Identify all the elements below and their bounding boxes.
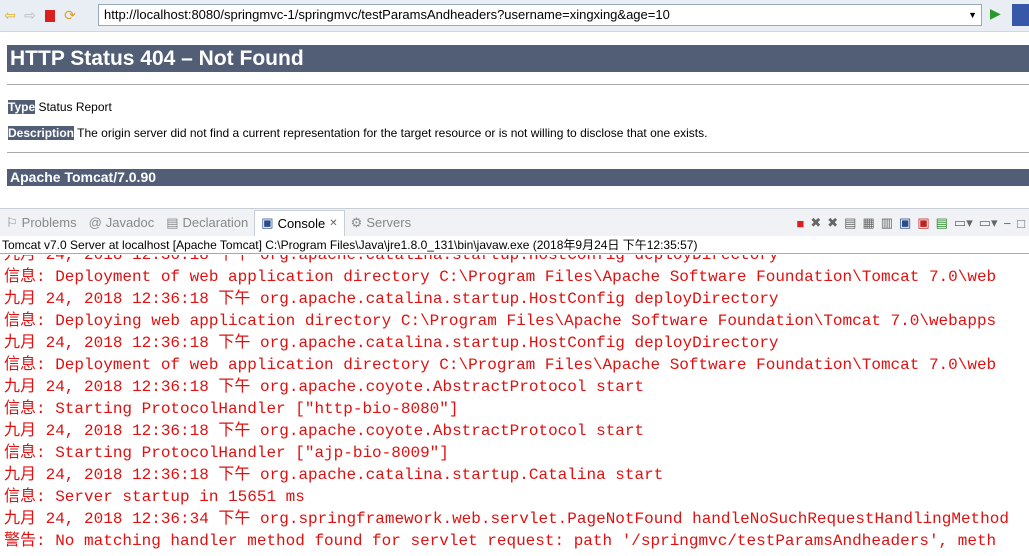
tab-problems[interactable]: ⚐ Problems bbox=[0, 210, 83, 236]
page-title: HTTP Status 404 – Not Found bbox=[7, 45, 1029, 72]
browser-toolbar: ⇦ ⇨ ⟳ http://localhost:8080/springmvc-1/… bbox=[0, 0, 1029, 32]
tab-label: Problems bbox=[21, 215, 77, 230]
console-line: 警告: No matching handler method found for… bbox=[4, 532, 997, 550]
divider bbox=[7, 84, 1029, 85]
scroll-lock-icon[interactable]: ▦ bbox=[862, 215, 874, 231]
minimize-icon[interactable]: − bbox=[1004, 216, 1012, 231]
console-line: 信息: Starting ProtocolHandler ["ajp-bio-8… bbox=[4, 444, 449, 462]
console-line: 九月 24, 2018 12:36:18 下午 org.apache.catal… bbox=[4, 290, 779, 308]
console-output[interactable]: 九月 24, 2018 12:36:18 下午 org.apache.catal… bbox=[0, 255, 1029, 556]
type-row: Type Status Report bbox=[8, 100, 112, 114]
chevron-down-icon[interactable]: ▼ bbox=[968, 5, 977, 25]
tab-label: Console bbox=[277, 215, 326, 231]
console-icon: ▣ bbox=[261, 215, 274, 230]
open-console-icon[interactable]: ▭▾ bbox=[979, 215, 998, 231]
word-wrap-icon[interactable]: ▥ bbox=[881, 215, 893, 231]
maximize-icon[interactable]: □ bbox=[1017, 216, 1025, 231]
javadoc-icon: @ bbox=[88, 215, 102, 230]
server-footer: Apache Tomcat/7.0.90 bbox=[7, 169, 1029, 186]
pin-console-icon[interactable]: ▤ bbox=[936, 215, 948, 231]
console-line: 信息: Deployment of web application direct… bbox=[4, 356, 997, 374]
console-process-label: Tomcat v7.0 Server at localhost [Apache … bbox=[0, 236, 1029, 254]
forward-icon[interactable]: ⇨ bbox=[20, 6, 40, 26]
clear-console-icon[interactable]: ▤ bbox=[844, 215, 856, 231]
console-line: 信息: Deployment of web application direct… bbox=[4, 268, 997, 286]
stop-icon[interactable] bbox=[40, 6, 60, 26]
terminate-icon[interactable]: ■ bbox=[796, 216, 804, 231]
console-line: 信息: Starting ProtocolHandler ["http-bio-… bbox=[4, 400, 459, 418]
show-stderr-icon[interactable]: ▣ bbox=[917, 215, 929, 231]
console-toolbar: ■ ✖ ✖ ▤ ▦ ▥ ▣ ▣ ▤ ▭▾ ▭▾ − □ bbox=[796, 209, 1029, 237]
tab-label: Declaration bbox=[182, 215, 249, 230]
console-line: 九月 24, 2018 12:36:18 下午 org.apache.catal… bbox=[4, 255, 779, 264]
extension-icon[interactable] bbox=[1012, 4, 1029, 26]
divider bbox=[7, 152, 1029, 153]
console-line: 九月 24, 2018 12:36:34 下午 org.springframew… bbox=[4, 510, 1009, 528]
tab-javadoc[interactable]: @ Javadoc bbox=[83, 210, 161, 236]
tab-label: Javadoc bbox=[105, 215, 155, 230]
url-input[interactable]: http://localhost:8080/springmvc-1/spring… bbox=[98, 4, 982, 26]
tab-label: Servers bbox=[366, 215, 412, 230]
problems-icon: ⚐ bbox=[6, 214, 18, 230]
tab-servers[interactable]: ⚙ Servers bbox=[345, 210, 417, 236]
description-value: The origin server did not find a current… bbox=[77, 126, 708, 140]
back-icon[interactable]: ⇦ bbox=[0, 6, 20, 26]
error-page: HTTP Status 404 – Not Found Type Status … bbox=[0, 32, 1029, 208]
close-icon[interactable]: ✕ bbox=[329, 218, 337, 229]
show-stdout-icon[interactable]: ▣ bbox=[899, 215, 911, 231]
remove-all-icon[interactable]: ✖ bbox=[827, 215, 838, 231]
servers-icon: ⚙ bbox=[350, 214, 363, 230]
description-row: Description The origin server did not fi… bbox=[8, 126, 707, 140]
tab-declaration[interactable]: ▤ Declaration bbox=[160, 210, 254, 236]
tab-console[interactable]: ▣ Console ✕ bbox=[254, 209, 345, 236]
console-line: 九月 24, 2018 12:36:18 下午 org.apache.catal… bbox=[4, 334, 779, 352]
console-line: 九月 24, 2018 12:36:18 下午 org.apache.catal… bbox=[4, 466, 664, 484]
remove-launch-icon[interactable]: ✖ bbox=[810, 215, 821, 231]
console-line: 九月 24, 2018 12:36:18 下午 org.apache.coyot… bbox=[4, 378, 645, 396]
refresh-icon[interactable]: ⟳ bbox=[60, 6, 80, 26]
views-tab-bar: ⚐ Problems @ Javadoc ▤ Declaration ▣ Console… bbox=[0, 208, 1029, 236]
description-label: Description bbox=[8, 126, 75, 140]
console-line: 信息: Server startup in 15651 ms bbox=[4, 488, 305, 506]
declaration-icon: ▤ bbox=[166, 214, 179, 230]
type-value: Status Report bbox=[38, 100, 112, 114]
go-icon[interactable]: ▶ bbox=[990, 6, 1001, 22]
display-console-icon[interactable]: ▭▾ bbox=[954, 215, 973, 231]
type-label: Type bbox=[8, 100, 36, 114]
console-line: 信息: Deploying web application directory … bbox=[4, 312, 997, 330]
url-text: http://localhost:8080/springmvc-1/spring… bbox=[104, 7, 670, 22]
console-line: 九月 24, 2018 12:36:18 下午 org.apache.coyot… bbox=[4, 422, 645, 440]
